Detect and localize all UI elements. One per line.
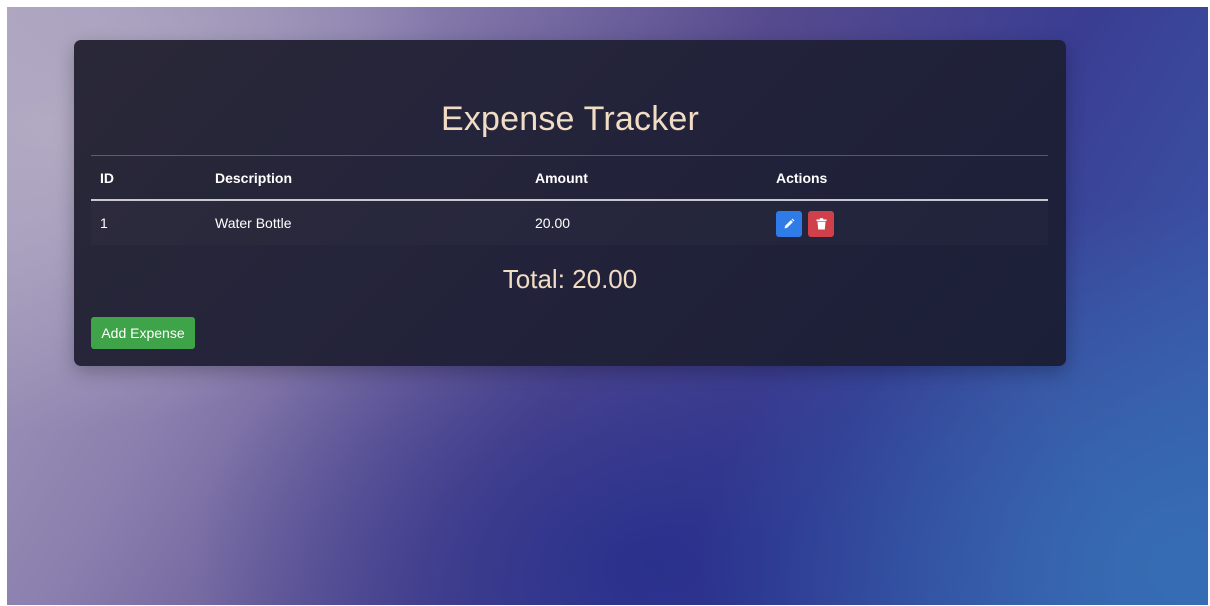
header-id: ID	[100, 170, 114, 186]
expense-amount: 20.00	[535, 215, 571, 231]
delete-button[interactable]	[808, 211, 834, 237]
table-header-row: ID Description Amount Actions	[91, 155, 1048, 201]
trash-icon	[816, 218, 826, 230]
expense-tracker-card: Expense Tracker ID Description Amount Ac…	[74, 40, 1066, 366]
header-actions: Actions	[776, 170, 828, 186]
page-background: Expense Tracker ID Description Amount Ac…	[7, 7, 1208, 605]
table-row: 1 Water Bottle 20.00	[91, 201, 1048, 245]
page-title: Expense Tracker	[440, 100, 700, 138]
edit-button[interactable]	[776, 211, 802, 237]
expense-table: ID Description Amount Actions 1 Water Bo…	[91, 155, 1048, 245]
expense-id: 1	[100, 215, 108, 231]
total-amount: Total: 20.00	[502, 264, 638, 294]
header-description: Description	[215, 170, 293, 186]
add-expense-button[interactable]: Add Expense	[91, 317, 195, 349]
edit-icon	[784, 218, 795, 229]
header-amount: Amount	[535, 170, 588, 186]
expense-description: Water Bottle	[215, 215, 292, 231]
row-actions	[776, 211, 834, 237]
